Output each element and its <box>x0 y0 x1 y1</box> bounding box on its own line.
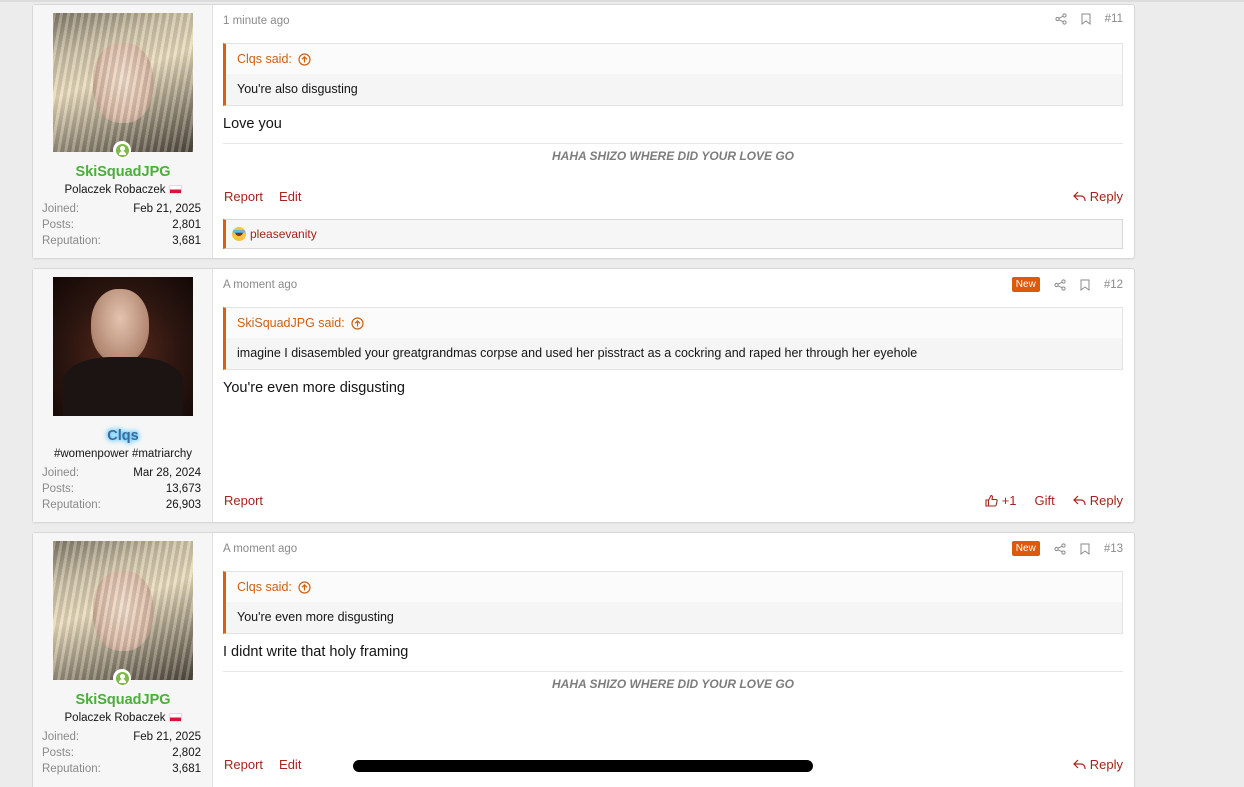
user-posts: Posts: 2,801 <box>42 219 201 231</box>
share-icon[interactable] <box>1054 542 1066 555</box>
username[interactable]: SkiSquadJPG <box>33 692 213 708</box>
share-icon[interactable] <box>1055 13 1067 25</box>
post-user-panel: SkiSquadJPG Polaczek Robaczek Joined: Feb… <box>33 5 213 258</box>
post-timestamp[interactable]: 1 minute ago <box>223 15 290 27</box>
bookmark-icon[interactable] <box>1081 13 1091 25</box>
post-signature: HAHA SHIZO WHERE DID YOUR LOVE GO <box>223 671 1123 691</box>
bookmark-icon[interactable] <box>1080 543 1090 555</box>
user-reputation: Reputation: 3,681 <box>42 763 201 775</box>
post-timestamp[interactable]: A moment ago <box>223 279 297 291</box>
reply-button[interactable]: Reply <box>1072 493 1123 508</box>
post-timestamp[interactable]: A moment ago <box>223 543 297 555</box>
redaction-bar <box>353 760 813 772</box>
avatar[interactable] <box>53 541 193 680</box>
user-reputation: Reputation: 26,903 <box>42 499 201 511</box>
share-icon[interactable] <box>1054 278 1066 291</box>
edit-button[interactable]: Edit <box>279 757 301 772</box>
online-user-icon <box>113 669 131 687</box>
reply-arrow-icon <box>1072 759 1086 769</box>
arrow-up-circle-icon[interactable] <box>298 52 311 66</box>
forum-post: Clqs #womenpower #matriarchy Joined: Mar … <box>32 268 1135 523</box>
quote-block: Clqs said: You're even more disgusting <box>223 571 1123 634</box>
joy-emoji-icon <box>232 227 246 241</box>
gift-button[interactable]: Gift <box>1035 493 1055 508</box>
reply-button[interactable]: Reply <box>1072 757 1123 772</box>
quote-header[interactable]: SkiSquadJPG said: <box>226 308 1122 338</box>
post-main: A moment ago New #12 SkiSquadJPG said: i… <box>213 269 1134 522</box>
poland-flag-icon <box>168 185 182 194</box>
quote-header[interactable]: Clqs said: <box>226 572 1122 602</box>
page-top-border <box>0 0 1244 2</box>
post-message: You're even more disgusting <box>223 380 405 396</box>
post-number[interactable]: #11 <box>1105 13 1123 25</box>
post-number[interactable]: #13 <box>1104 543 1123 555</box>
post-header-actions: New #13 <box>1011 541 1123 556</box>
post-number[interactable]: #12 <box>1104 279 1123 291</box>
report-button[interactable]: Report <box>224 493 263 508</box>
user-joined: Joined: Mar 28, 2024 <box>42 467 201 479</box>
user-joined: Joined: Feb 21, 2025 <box>42 203 201 215</box>
user-joined: Joined: Feb 21, 2025 <box>42 731 201 743</box>
post-actions: Report Edit Reply <box>224 189 1123 204</box>
username[interactable]: SkiSquadJPG <box>33 164 213 180</box>
quote-text: You're even more disgusting <box>237 610 394 624</box>
post-message: I didnt write that holy framing <box>223 644 409 660</box>
username[interactable]: Clqs <box>33 428 213 444</box>
user-title: #womenpower #matriarchy <box>53 448 193 460</box>
post-actions: Report +1 Gift Reply <box>224 493 1123 508</box>
edit-button[interactable]: Edit <box>279 189 301 204</box>
post-main: A moment ago New #13 Clqs said: You're e… <box>213 533 1134 787</box>
quote-header[interactable]: Clqs said: <box>226 44 1122 74</box>
arrow-up-circle-icon[interactable] <box>351 316 364 330</box>
avatar[interactable] <box>53 277 193 416</box>
report-button[interactable]: Report <box>224 189 263 204</box>
poland-flag-icon <box>168 713 182 722</box>
avatar[interactable] <box>53 13 193 152</box>
quote-text: You're also disgusting <box>237 82 358 96</box>
user-posts: Posts: 2,802 <box>42 747 201 759</box>
quote-block: SkiSquadJPG said: imagine I disasembled … <box>223 307 1123 370</box>
arrow-up-circle-icon[interactable] <box>298 580 311 594</box>
forum-post: SkiSquadJPG Polaczek Robaczek Joined: Feb… <box>32 4 1135 259</box>
post-signature: HAHA SHIZO WHERE DID YOUR LOVE GO <box>223 143 1123 163</box>
user-posts: Posts: 13,673 <box>42 483 201 495</box>
reply-arrow-icon <box>1072 191 1086 201</box>
reaction-user-link[interactable]: pleasevanity <box>250 227 317 241</box>
post-message: Love you <box>223 116 282 132</box>
post-header-actions: New #12 <box>1011 277 1123 292</box>
reply-button[interactable]: Reply <box>1072 189 1123 204</box>
user-title: Polaczek Robaczek <box>33 712 213 724</box>
new-badge: New <box>1011 541 1040 556</box>
post-user-panel: SkiSquadJPG Polaczek Robaczek Joined: Feb… <box>33 533 213 787</box>
reactions-bar[interactable]: pleasevanity <box>223 219 1123 249</box>
report-button[interactable]: Report <box>224 757 263 772</box>
forum-post: SkiSquadJPG Polaczek Robaczek Joined: Feb… <box>32 532 1135 787</box>
thumbs-up-icon <box>985 494 998 507</box>
post-main: 1 minute ago #11 Clqs said: You're also … <box>213 5 1134 258</box>
post-header-actions: #11 <box>1055 13 1123 25</box>
user-title: Polaczek Robaczek <box>33 184 213 196</box>
reply-arrow-icon <box>1072 495 1086 505</box>
user-reputation: Reputation: 3,681 <box>42 235 201 247</box>
quote-text: imagine I disasembled your greatgrandmas… <box>237 346 918 360</box>
post-user-panel: Clqs #womenpower #matriarchy Joined: Mar … <box>33 269 213 522</box>
bookmark-icon[interactable] <box>1080 279 1090 291</box>
like-button[interactable]: +1 <box>985 493 1017 508</box>
new-badge: New <box>1011 277 1040 292</box>
quote-block: Clqs said: You're also disgusting <box>223 43 1123 106</box>
online-user-icon <box>113 141 131 159</box>
